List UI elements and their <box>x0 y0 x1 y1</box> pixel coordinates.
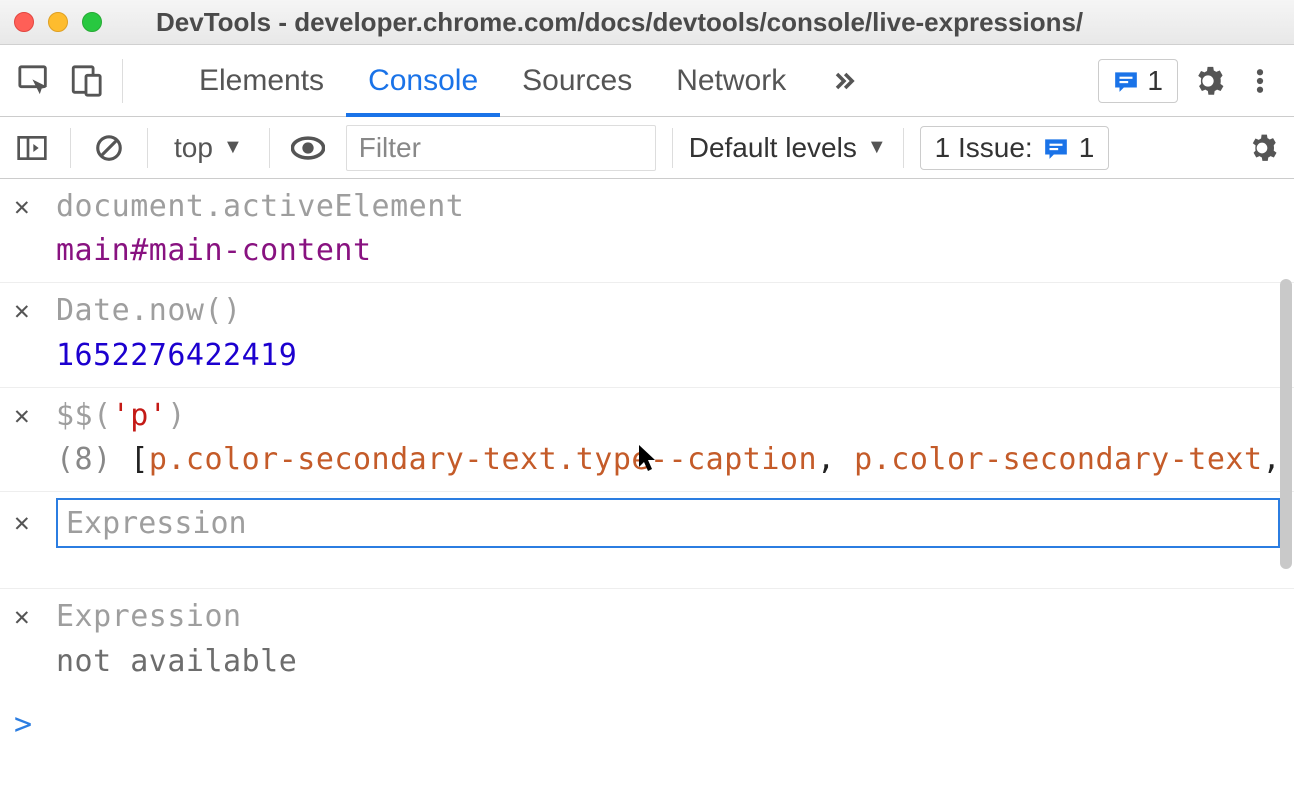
expression-text[interactable]: $$('p') <box>56 398 186 433</box>
console-settings-icon[interactable] <box>1240 126 1284 170</box>
live-expression: ✕ document.activeElement main#main-conte… <box>0 179 1294 283</box>
toolbar-separator <box>122 59 123 103</box>
remove-expression-button[interactable]: ✕ <box>14 599 38 635</box>
tab-sources[interactable]: Sources <box>500 45 654 116</box>
expression-result[interactable]: 1652276422419 <box>56 338 1280 373</box>
clear-console-icon[interactable] <box>87 126 131 170</box>
more-tabs-button[interactable] <box>808 45 880 116</box>
main-toolbar: Elements Console Sources Network 1 <box>0 45 1294 117</box>
window-title: DevTools - developer.chrome.com/docs/dev… <box>116 7 1280 38</box>
issues-count: 1 <box>1147 65 1163 97</box>
filter-placeholder: Filter <box>359 132 421 164</box>
expression-text[interactable]: Date.now() <box>56 293 242 328</box>
settings-icon[interactable] <box>1186 59 1230 103</box>
remove-expression-button[interactable]: ✕ <box>14 189 38 225</box>
sidebar-toggle-icon[interactable] <box>10 126 54 170</box>
panel-tabs: Elements Console Sources Network <box>177 45 880 116</box>
minimize-window-button[interactable] <box>48 12 68 32</box>
scrollbar[interactable] <box>1280 279 1292 569</box>
expression-input[interactable]: Expression <box>56 498 1280 548</box>
tab-label: Sources <box>522 64 632 98</box>
issues-badge[interactable]: 1 <box>1098 59 1178 103</box>
remove-expression-button[interactable]: ✕ <box>14 293 38 329</box>
chevron-down-icon: ▼ <box>223 136 243 159</box>
context-label: top <box>174 132 213 164</box>
expression-result[interactable]: main#main-content <box>56 233 1280 268</box>
live-expression: ✕ Date.now() 1652276422419 <box>0 283 1294 387</box>
tab-network[interactable]: Network <box>654 45 808 116</box>
more-options-icon[interactable] <box>1238 59 1282 103</box>
console-prompt[interactable]: > <box>14 707 32 742</box>
traffic-lights <box>14 12 102 32</box>
close-window-button[interactable] <box>14 12 34 32</box>
inspect-element-icon[interactable] <box>12 59 56 103</box>
mouse-cursor-icon <box>638 445 660 473</box>
expression-placeholder: Expression <box>66 506 247 541</box>
console-content: ✕ document.activeElement main#main-conte… <box>0 179 1294 790</box>
tab-label: Elements <box>199 64 324 98</box>
remove-expression-button[interactable]: ✕ <box>14 398 38 434</box>
execution-context-selector[interactable]: top ▼ <box>164 132 253 164</box>
remove-expression-button[interactable]: ✕ <box>14 505 38 541</box>
expression-text[interactable]: document.activeElement <box>56 189 464 224</box>
issues-pill[interactable]: 1 Issue: 1 <box>920 126 1110 170</box>
expression-result[interactable]: (8) [p.color-secondary-text.type--captio… <box>56 442 1280 477</box>
levels-label: Default levels <box>689 132 857 164</box>
tab-label: Network <box>676 64 786 98</box>
console-toolbar: top ▼ Filter Default levels ▼ 1 Issue: 1 <box>0 117 1294 179</box>
zoom-window-button[interactable] <box>82 12 102 32</box>
issue-label: 1 Issue: <box>935 132 1033 164</box>
live-expression-icon[interactable] <box>286 126 330 170</box>
live-expression: ✕ Expression not available <box>0 589 1294 692</box>
live-expression: ✕ $$('p') (8) [p.color-secondary-text.ty… <box>0 388 1294 492</box>
expression-text[interactable]: Expression <box>56 599 242 634</box>
window-titlebar: DevTools - developer.chrome.com/docs/dev… <box>0 0 1294 45</box>
device-toolbar-icon[interactable] <box>64 59 108 103</box>
issue-count: 1 <box>1079 132 1095 164</box>
expression-result: not available <box>56 644 1280 679</box>
tab-label: Console <box>368 64 478 98</box>
tab-elements[interactable]: Elements <box>177 45 346 116</box>
chevron-down-icon: ▼ <box>867 136 887 159</box>
filter-input[interactable]: Filter <box>346 125 656 171</box>
live-expression-new: ✕ Expression <box>0 492 1294 554</box>
log-levels-selector[interactable]: Default levels ▼ <box>689 132 887 164</box>
tab-console[interactable]: Console <box>346 45 500 116</box>
